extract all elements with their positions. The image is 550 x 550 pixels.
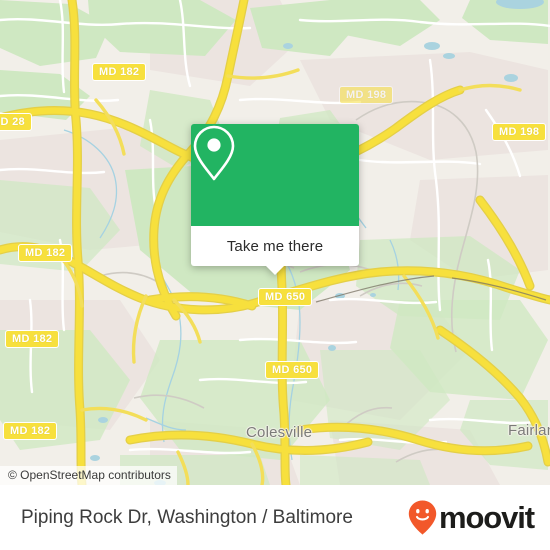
map-canvas[interactable]: MD 182 MD 198 MD 198 MD 28 MD 182 MD 650…: [0, 0, 550, 485]
map-attribution[interactable]: © OpenStreetMap contributors: [0, 466, 177, 485]
road-shield-md182-north: MD 182: [92, 63, 147, 81]
road-shield-md182-south: MD 182: [3, 422, 58, 440]
moovit-smiley-pin-icon: [408, 500, 437, 535]
road-shield-md650-upper: MD 650: [258, 288, 313, 306]
take-me-there-label: Take me there: [226, 237, 324, 255]
road-shield-md650-lower: MD 650: [265, 361, 320, 379]
place-label-fairland: Fairland: [508, 422, 550, 439]
moovit-logo[interactable]: moovit: [407, 499, 535, 536]
road-shield-md28: MD 28: [0, 113, 32, 131]
road-shield-md182-mid: MD 182: [5, 330, 60, 348]
callout-action-area[interactable]: Take me there: [191, 226, 359, 275]
location-title: Piping Rock Dr, Washington / Baltimore: [21, 506, 353, 528]
place-label-colesville: Colesville: [246, 424, 313, 441]
location-callout[interactable]: Take me there: [191, 124, 359, 275]
footer-bar: Piping Rock Dr, Washington / Baltimore m…: [0, 485, 550, 550]
road-shield-md198-north: MD 198: [339, 86, 394, 104]
road-shield-md182-west: MD 182: [18, 244, 73, 262]
map-pin-icon: [193, 125, 235, 181]
screenshot-root: MD 182 MD 198 MD 198 MD 28 MD 182 MD 650…: [0, 0, 550, 550]
callout-tail: [265, 265, 285, 275]
moovit-wordmark: moovit: [438, 500, 535, 535]
road-shield-md198-east: MD 198: [492, 123, 547, 141]
callout-icon-area: [191, 124, 359, 226]
